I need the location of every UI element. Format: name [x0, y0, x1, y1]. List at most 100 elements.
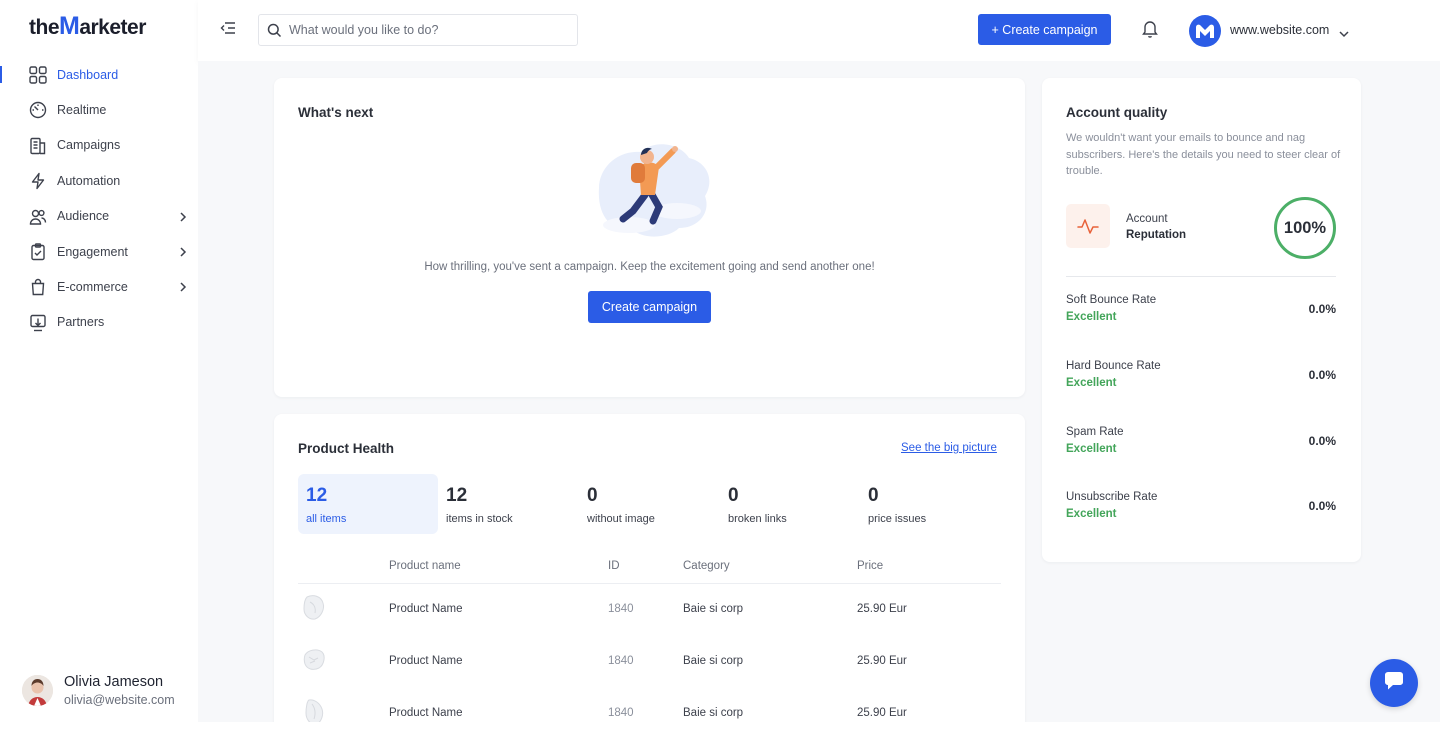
metric-label: Hard Bounce Rate — [1066, 360, 1161, 372]
stat-label: all items — [306, 513, 347, 525]
user-email: olivia@website.com — [64, 693, 175, 707]
chevron-down-icon[interactable] — [1339, 25, 1349, 38]
product-name: Product Name — [389, 655, 463, 667]
sidebar: theMarketer Dashboard Realtime Campaigns… — [0, 0, 198, 722]
table-row[interactable]: Product Name 1840 Baie si corp 25.90 Eur — [298, 688, 1001, 722]
product-price: 25.90 Eur — [857, 603, 907, 615]
avatar — [22, 675, 53, 706]
product-category: Baie si corp — [683, 603, 744, 615]
metric-status: Excellent — [1066, 443, 1117, 455]
product-id: 1840 — [608, 603, 634, 615]
stat-label: items in stock — [446, 513, 513, 525]
stat-label: price issues — [868, 513, 927, 525]
metric-label: Soft Bounce Rate — [1066, 294, 1157, 306]
product-id: 1840 — [608, 707, 634, 719]
stat-label: without image — [587, 513, 655, 525]
bell-icon[interactable] — [1142, 19, 1160, 39]
sidebar-item-engagement[interactable]: Engagement — [0, 234, 198, 269]
table-row[interactable]: Product Name 1840 Baie si corp 25.90 Eur — [298, 636, 1001, 688]
stat-all-items[interactable]: 12 all items — [298, 474, 438, 534]
sidebar-nav: Dashboard Realtime Campaigns Automation … — [0, 57, 198, 340]
sidebar-item-ecommerce[interactable]: E-commerce — [0, 269, 198, 304]
metric-status: Excellent — [1066, 311, 1117, 323]
stat-price-issues[interactable]: 0 price issues — [860, 474, 1000, 534]
whats-next-title: What's next — [298, 105, 374, 120]
sidebar-item-realtime[interactable]: Realtime — [0, 92, 198, 127]
whats-next-card: What's next How thrilling, you've sent a… — [274, 78, 1025, 397]
sidebar-item-partners[interactable]: Partners — [0, 305, 198, 340]
menu-collapse-icon[interactable] — [220, 20, 236, 38]
main-content: What's next How thrilling, you've sent a… — [198, 61, 1440, 722]
search-input[interactable] — [289, 23, 559, 37]
reputation-score: 100% — [1274, 197, 1336, 259]
metric-soft-bounce: Soft Bounce Rate Excellent 0.0% — [1066, 294, 1336, 334]
create-campaign-button[interactable]: + Create campaign — [978, 14, 1111, 45]
chevron-right-icon — [176, 278, 190, 296]
metric-value: 0.0% — [1308, 499, 1336, 513]
sidebar-item-label: Dashboard — [57, 67, 119, 82]
stat-value: 12 — [306, 485, 328, 506]
bottom-strip — [0, 722, 1440, 738]
account-logo[interactable] — [1189, 15, 1221, 47]
sidebar-item-label: Realtime — [57, 103, 107, 118]
product-thumbnail — [301, 645, 327, 675]
metric-value: 0.0% — [1308, 434, 1336, 448]
account-name[interactable]: www.website.com — [1230, 23, 1329, 37]
top-bar: + Create campaign www.website.com — [198, 0, 1440, 61]
stat-broken-links[interactable]: 0 broken links — [720, 474, 860, 534]
chevron-right-icon — [176, 243, 190, 261]
gauge-icon — [28, 100, 48, 120]
column-header[interactable]: Category — [683, 560, 730, 572]
brand-logo[interactable]: theMarketer — [29, 12, 146, 41]
grid-icon — [28, 65, 48, 85]
metric-hard-bounce: Hard Bounce Rate Excellent 0.0% — [1066, 360, 1336, 400]
search-bar[interactable] — [258, 14, 578, 46]
chevron-right-icon — [176, 208, 190, 226]
column-header[interactable]: Product name — [389, 560, 461, 572]
see-big-picture-link[interactable]: See the big picture — [901, 442, 997, 454]
sidebar-item-campaigns[interactable]: Campaigns — [0, 128, 198, 163]
stat-without-image[interactable]: 0 without image — [579, 474, 719, 534]
user-profile[interactable]: Olivia Jameson olivia@website.com — [22, 672, 198, 712]
sidebar-item-automation[interactable]: Automation — [0, 163, 198, 198]
sidebar-item-dashboard[interactable]: Dashboard — [0, 57, 198, 92]
product-price: 25.90 Eur — [857, 707, 907, 719]
sidebar-item-audience[interactable]: Audience — [0, 199, 198, 234]
pulse-icon — [1066, 204, 1110, 248]
stat-label: broken links — [728, 513, 787, 525]
column-header[interactable]: ID — [608, 560, 620, 572]
product-category: Baie si corp — [683, 655, 744, 667]
reputation-label: Account — [1126, 213, 1168, 225]
stat-value: 12 — [446, 485, 468, 506]
metric-value: 0.0% — [1308, 302, 1336, 316]
product-price: 25.90 Eur — [857, 655, 907, 667]
sidebar-item-label: Campaigns — [57, 138, 121, 153]
sidebar-item-label: Partners — [57, 315, 105, 330]
shopping-bag-icon — [28, 277, 48, 297]
product-name: Product Name — [389, 603, 463, 615]
partners-icon — [28, 313, 48, 333]
table-row[interactable]: Product Name 1840 Baie si corp 25.90 Eur — [298, 584, 1001, 636]
account-quality-title: Account quality — [1066, 105, 1168, 120]
product-category: Baie si corp — [683, 707, 744, 719]
metric-spam-rate: Spam Rate Excellent 0.0% — [1066, 426, 1336, 466]
product-thumbnail — [301, 593, 327, 623]
product-id: 1840 — [608, 655, 634, 667]
lightning-icon — [28, 171, 48, 191]
whats-next-message: How thrilling, you've sent a campaign. K… — [424, 261, 875, 273]
product-health-title: Product Health — [298, 441, 395, 456]
chat-button[interactable] — [1370, 659, 1418, 707]
create-campaign-cta-button[interactable]: Create campaign — [588, 291, 711, 323]
sidebar-item-label: Engagement — [57, 244, 128, 259]
account-quality-card: Account quality We wouldn't want your em… — [1042, 78, 1361, 562]
metric-status: Excellent — [1066, 508, 1117, 520]
product-name: Product Name — [389, 707, 463, 719]
sidebar-item-label: Audience — [57, 209, 110, 224]
sidebar-item-label: Automation — [57, 173, 121, 188]
metric-label: Spam Rate — [1066, 426, 1124, 438]
column-header[interactable]: Price — [857, 560, 883, 572]
stat-items-in-stock[interactable]: 12 items in stock — [438, 474, 578, 534]
chat-bubble-icon — [1383, 671, 1405, 696]
table-header: Product name ID Category Price — [298, 554, 1001, 584]
product-health-card: Product Health See the big picture 12 al… — [274, 414, 1025, 722]
